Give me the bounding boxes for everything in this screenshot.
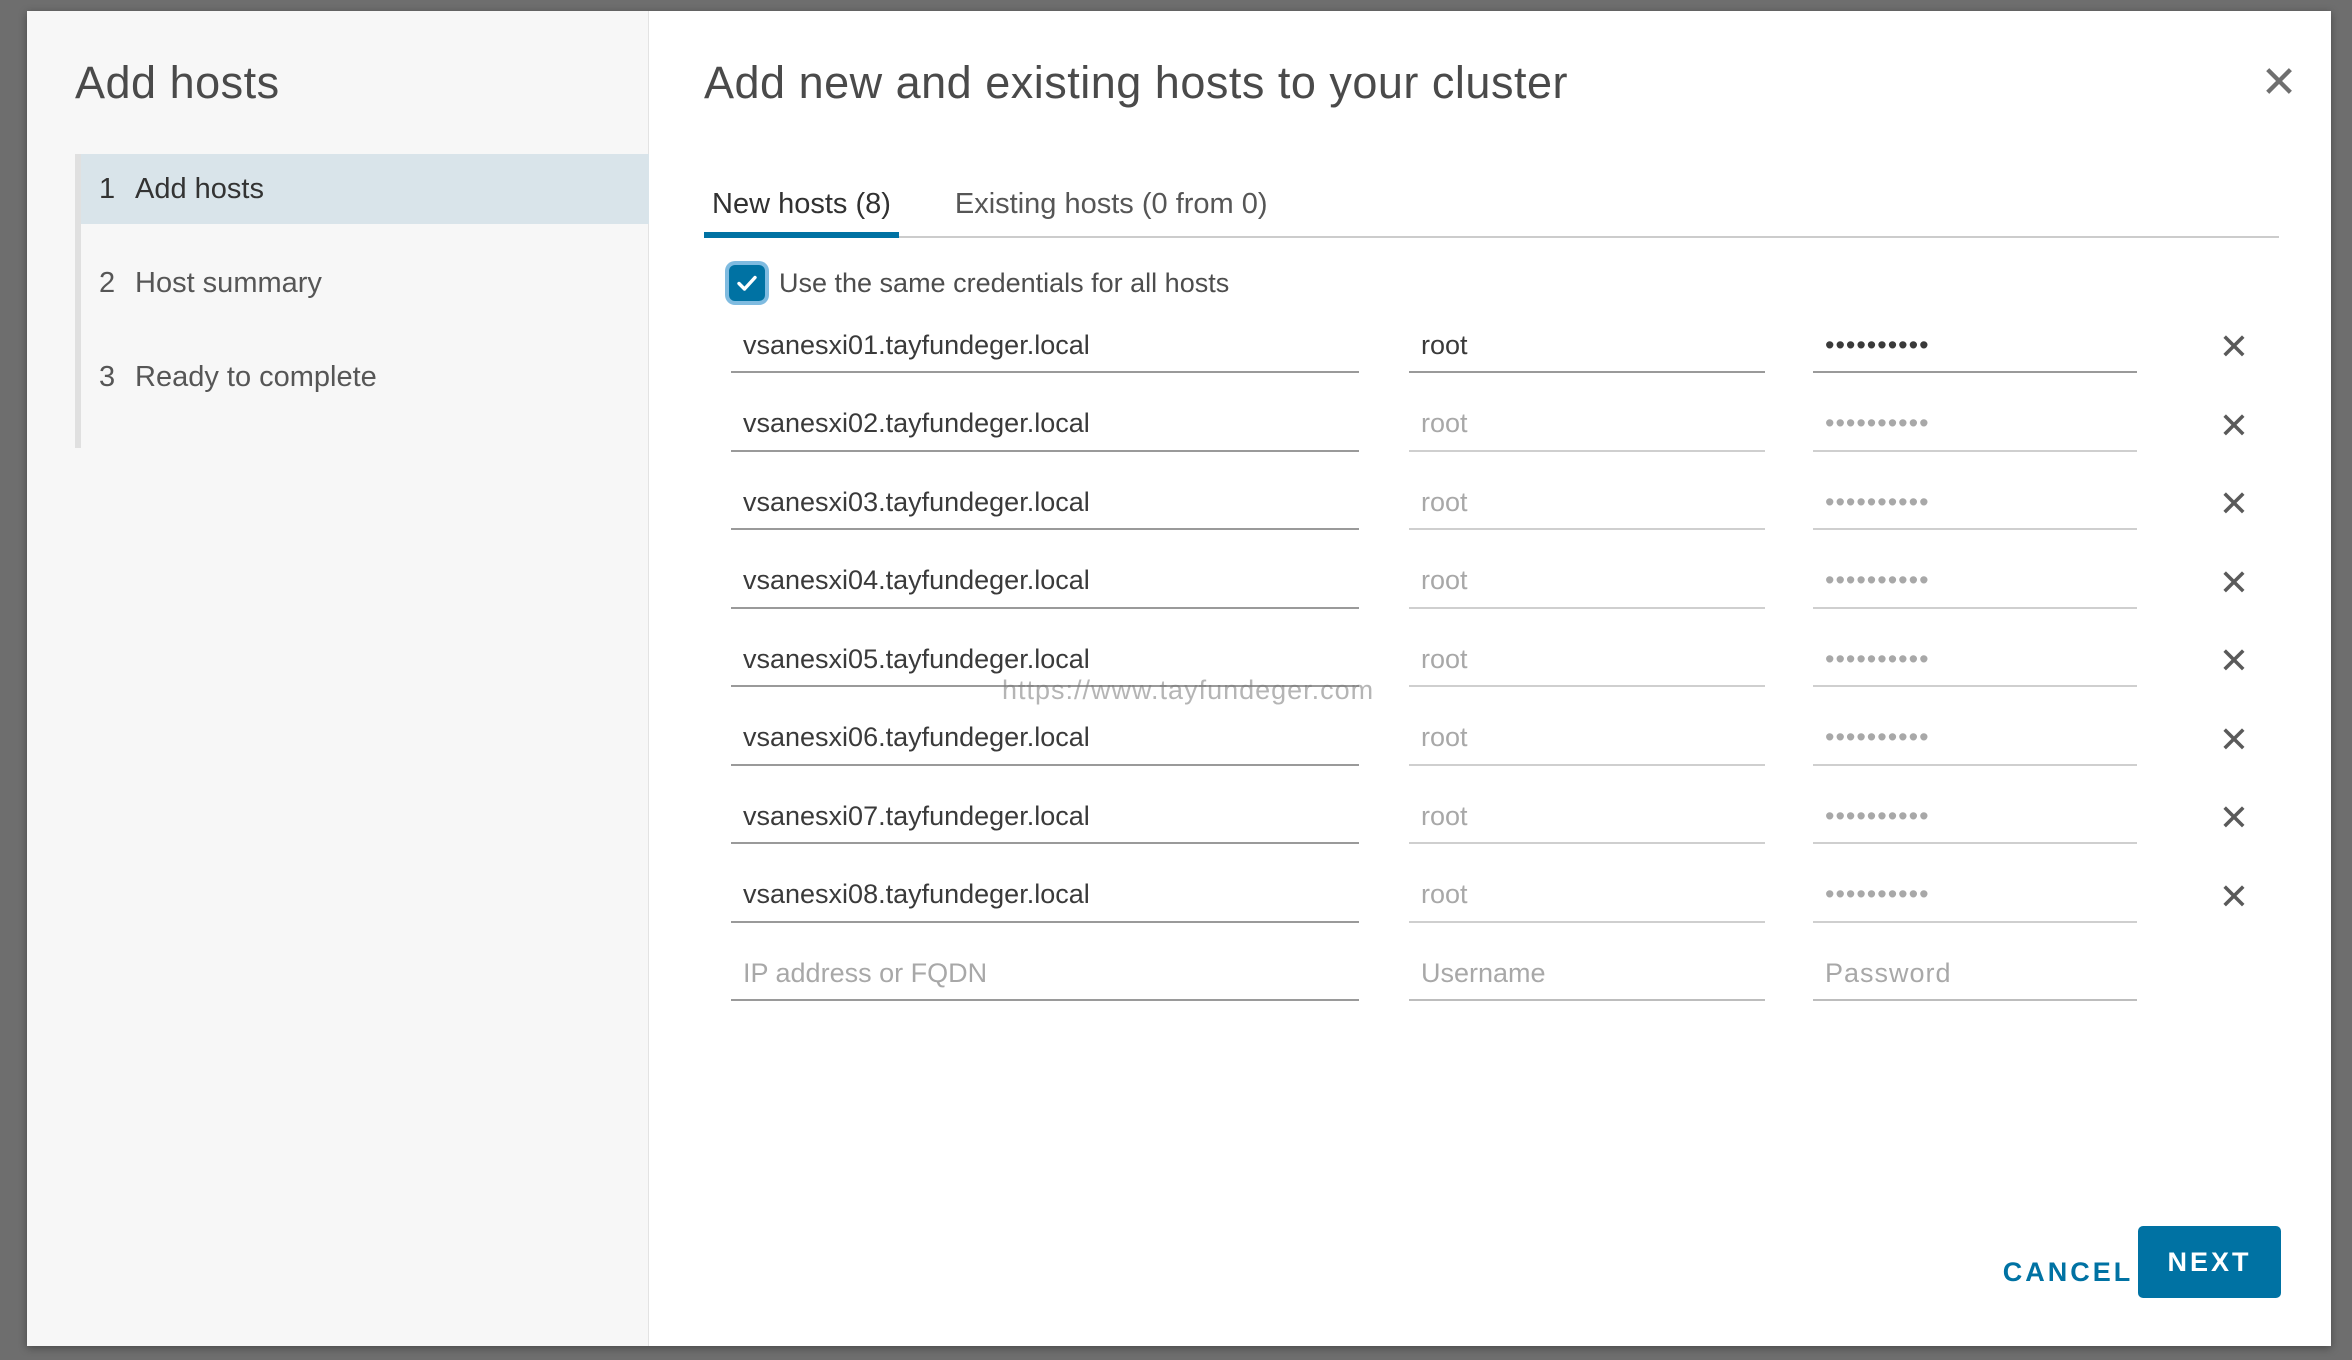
new-username-input[interactable]: Username — [1409, 947, 1765, 1001]
remove-host-icon[interactable]: ✕ — [2214, 562, 2254, 603]
step-label: Add hosts — [135, 172, 264, 205]
remove-host-icon[interactable]: ✕ — [2214, 641, 2254, 681]
page-title: Add new and existing hosts to your clust… — [704, 57, 1568, 108]
host-list: vsanesxi01.tayfundeger.local root ••••••… — [731, 319, 2271, 1026]
watermark: https://www.tayfundeger.com — [1002, 675, 1375, 705]
host-row: vsanesxi07.tayfundeger.local root ••••••… — [731, 790, 2271, 869]
wizard-steps: 1 Add hosts 2 Host summary 3 Ready to co… — [75, 154, 649, 448]
password-field[interactable]: •••••••••• — [1813, 398, 2137, 452]
tab-existing-hosts[interactable]: Existing hosts (0 from 0) — [947, 171, 1276, 238]
remove-host-icon[interactable]: ✕ — [2214, 405, 2254, 446]
host-row: vsanesxi06.tayfundeger.local root ••••••… — [731, 712, 2271, 791]
password-field[interactable]: •••••••••• — [1813, 633, 2137, 687]
new-host-address-input[interactable]: IP address or FQDN — [731, 947, 1359, 1001]
host-row: vsanesxi05.tayfundeger.local root ••••••… — [731, 633, 2271, 712]
host-address-field[interactable]: vsanesxi03.tayfundeger.local — [731, 476, 1359, 530]
remove-host-icon[interactable]: ✕ — [2214, 719, 2254, 760]
wizard-main: Add new and existing hosts to your clust… — [649, 11, 2331, 1346]
username-field[interactable]: root — [1409, 633, 1765, 687]
password-field[interactable]: •••••••••• — [1813, 555, 2137, 609]
step-number: 3 — [99, 360, 116, 393]
username-field[interactable]: root — [1409, 869, 1765, 923]
host-row: vsanesxi04.tayfundeger.local root ••••••… — [731, 555, 2271, 634]
remove-host-icon[interactable]: ✕ — [2214, 327, 2254, 367]
password-field[interactable]: •••••••••• — [1813, 790, 2137, 844]
password-field[interactable]: •••••••••• — [1813, 476, 2137, 530]
new-password-input[interactable]: Password — [1813, 947, 2137, 1001]
remove-host-icon[interactable]: ✕ — [2214, 484, 2254, 524]
remove-host-icon[interactable]: ✕ — [2214, 798, 2254, 838]
host-row: vsanesxi02.tayfundeger.local root ••••••… — [731, 398, 2271, 477]
add-hosts-dialog: Add hosts 1 Add hosts 2 Host summary 3 R… — [27, 11, 2331, 1346]
host-address-field[interactable]: vsanesxi07.tayfundeger.local — [731, 790, 1359, 844]
wizard-step-add-hosts[interactable]: 1 Add hosts — [81, 154, 649, 224]
next-button[interactable]: NEXT — [2138, 1226, 2281, 1298]
host-address-field[interactable]: vsanesxi01.tayfundeger.local — [731, 319, 1359, 373]
host-address-field[interactable]: vsanesxi08.tayfundeger.local — [731, 869, 1359, 923]
host-row: vsanesxi08.tayfundeger.local root ••••••… — [731, 869, 2271, 948]
step-label: Host summary — [135, 266, 322, 299]
close-icon[interactable]: ✕ — [2259, 61, 2299, 105]
same-credentials-checkbox[interactable] — [729, 265, 765, 301]
username-field[interactable]: root — [1409, 319, 1765, 373]
username-field[interactable]: root — [1409, 555, 1765, 609]
host-address-field[interactable]: vsanesxi02.tayfundeger.local — [731, 398, 1359, 452]
tab-new-hosts[interactable]: New hosts (8) — [704, 171, 899, 238]
username-field[interactable]: root — [1409, 398, 1765, 452]
wizard-step-host-summary[interactable]: 2 Host summary — [81, 248, 649, 318]
username-field[interactable]: root — [1409, 476, 1765, 530]
wizard-title: Add hosts — [75, 57, 280, 108]
step-number: 2 — [99, 266, 116, 299]
password-field[interactable]: •••••••••• — [1813, 319, 2137, 373]
host-row: vsanesxi01.tayfundeger.local root ••••••… — [731, 319, 2271, 398]
remove-host-icon[interactable]: ✕ — [2214, 876, 2254, 917]
checkmark-icon — [737, 275, 757, 291]
host-tabs: New hosts (8) Existing hosts (0 from 0) — [704, 171, 2279, 238]
password-field[interactable]: •••••••••• — [1813, 869, 2137, 923]
username-field[interactable]: root — [1409, 790, 1765, 844]
step-label: Ready to complete — [135, 360, 377, 393]
wizard-sidebar: Add hosts 1 Add hosts 2 Host summary 3 R… — [27, 11, 649, 1346]
new-host-row: IP address or FQDN Username Password — [731, 947, 2271, 1026]
username-field[interactable]: root — [1409, 712, 1765, 766]
host-row: vsanesxi03.tayfundeger.local root ••••••… — [731, 476, 2271, 555]
cancel-button[interactable]: CANCEL — [1985, 1236, 2151, 1308]
same-credentials-label: Use the same credentials for all hosts — [779, 267, 1230, 298]
host-address-field[interactable]: vsanesxi06.tayfundeger.local — [731, 712, 1359, 766]
wizard-step-ready-to-complete[interactable]: 3 Ready to complete — [81, 342, 649, 412]
host-address-field[interactable]: vsanesxi04.tayfundeger.local — [731, 555, 1359, 609]
same-credentials-option: Use the same credentials for all hosts — [729, 265, 1229, 301]
password-field[interactable]: •••••••••• — [1813, 712, 2137, 766]
step-number: 1 — [99, 172, 116, 205]
